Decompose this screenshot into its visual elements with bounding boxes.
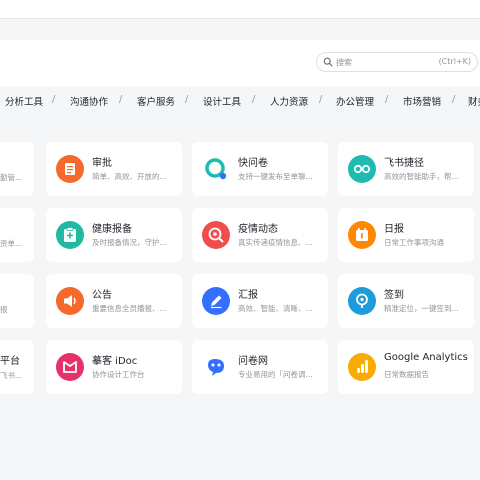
app-description: 及时报备情况，守护...	[92, 238, 167, 247]
wenjuan-icon	[202, 353, 230, 381]
app-card-google-analytics[interactable]: Google Analytics 日常数据报告	[338, 340, 474, 394]
app-name: 问卷网	[238, 356, 268, 367]
category-marketing[interactable]: 市场营销	[403, 94, 441, 108]
category-separator: /	[52, 94, 56, 105]
app-name: 健康报备	[92, 224, 132, 235]
app-description: 支持一键发布至单聊...	[238, 172, 313, 181]
app-description: 日常数据报告	[384, 370, 429, 379]
search-input[interactable]: 搜索 (Ctrl+K)	[316, 52, 478, 72]
app-description: 重要信息全员播报、...	[92, 304, 167, 313]
approval-icon	[56, 155, 84, 183]
category-separator: /	[319, 94, 323, 105]
category-separator: /	[185, 94, 189, 105]
category-separator: /	[252, 94, 256, 105]
app-description: 真实传递疫情信息、...	[238, 238, 313, 247]
search-placeholder: 搜索	[336, 58, 352, 67]
category-customer-service[interactable]: 客户服务	[137, 94, 175, 108]
category-communication[interactable]: 沟通协作	[70, 94, 108, 108]
health-report-icon	[56, 221, 84, 249]
app-card-partial[interactable]: 报	[0, 274, 34, 328]
app-card-announcement[interactable]: 公告 重要信息全员播报、...	[46, 274, 182, 328]
app-description: 飞书...	[0, 371, 23, 380]
app-card-report[interactable]: 汇报 高效、智能、清晰、...	[192, 274, 328, 328]
idoc-icon	[56, 353, 84, 381]
app-description: 精准定位，一键签到...	[384, 304, 459, 313]
app-description: 简单、高效、开放的...	[92, 172, 167, 181]
top-strip	[0, 0, 480, 19]
epidemic-icon	[202, 221, 230, 249]
category-office-management[interactable]: 办公管理	[336, 94, 374, 108]
category-human-resources[interactable]: 人力资源	[270, 94, 308, 108]
app-name: 快问卷	[238, 158, 268, 169]
app-description: 日常工作事项沟通	[384, 238, 444, 247]
app-description: 高效、智能、清晰、...	[238, 304, 313, 313]
app-card-wenjuan[interactable]: 问卷网 专业易用的「问卷调...	[192, 340, 328, 394]
category-nav: 分析工具 / 沟通协作 / 客户服务 / 设计工具 / 人力资源 / 办公管理 …	[0, 86, 480, 114]
daily-report-icon	[348, 221, 376, 249]
google-analytics-icon	[348, 353, 376, 381]
app-description: 资单...	[0, 239, 23, 248]
app-card-approval[interactable]: 审批 简单、高效、开放的...	[46, 142, 182, 196]
app-card-partial[interactable]: 勤管...	[0, 142, 34, 196]
app-description: 报	[0, 305, 8, 314]
app-name: 日报	[384, 224, 404, 235]
app-description: 专业易用的「问卷调...	[238, 370, 313, 379]
app-name: 摹客 iDoc	[92, 356, 138, 367]
app-name: 汇报	[238, 290, 258, 301]
category-separator: /	[385, 94, 389, 105]
app-description: 勤管...	[0, 173, 23, 182]
search-icon	[323, 57, 333, 67]
shortcut-icon	[348, 155, 376, 183]
category-separator: /	[119, 94, 123, 105]
check-in-icon	[348, 287, 376, 315]
app-name: 平台	[0, 356, 20, 367]
app-card-partial[interactable]: 平台 飞书...	[0, 340, 34, 394]
app-card-survey[interactable]: 快问卷 支持一键发布至单聊...	[192, 142, 328, 196]
app-name: Google Analytics	[384, 352, 468, 363]
category-finance[interactable]: 财务	[468, 94, 480, 108]
app-description: 高效的智能助手，帮...	[384, 172, 459, 181]
app-name: 疫情动态	[238, 224, 278, 235]
search-shortcut-hint: (Ctrl+K)	[438, 57, 471, 66]
app-description: 协作设计工作台	[92, 370, 145, 379]
category-analytics-tools[interactable]: 分析工具	[5, 94, 43, 108]
category-separator: /	[452, 94, 456, 105]
report-icon	[202, 287, 230, 315]
app-card-health-report[interactable]: 健康报备 及时报备情况，守护...	[46, 208, 182, 262]
app-name: 飞书捷径	[384, 158, 424, 169]
survey-icon	[202, 155, 230, 183]
app-name: 审批	[92, 158, 112, 169]
app-card-partial[interactable]: 资单...	[0, 208, 34, 262]
app-name: 公告	[92, 290, 112, 301]
app-card-daily-report[interactable]: 日报 日常工作事项沟通	[338, 208, 474, 262]
app-name: 签到	[384, 290, 404, 301]
announcement-icon	[56, 287, 84, 315]
app-card-check-in[interactable]: 签到 精准定位，一键签到...	[338, 274, 474, 328]
app-card-idoc[interactable]: 摹客 iDoc 协作设计工作台	[46, 340, 182, 394]
app-card-epidemic[interactable]: 疫情动态 真实传递疫情信息、...	[192, 208, 328, 262]
app-card-shortcut[interactable]: 飞书捷径 高效的智能助手，帮...	[338, 142, 474, 196]
category-design-tools[interactable]: 设计工具	[203, 94, 241, 108]
